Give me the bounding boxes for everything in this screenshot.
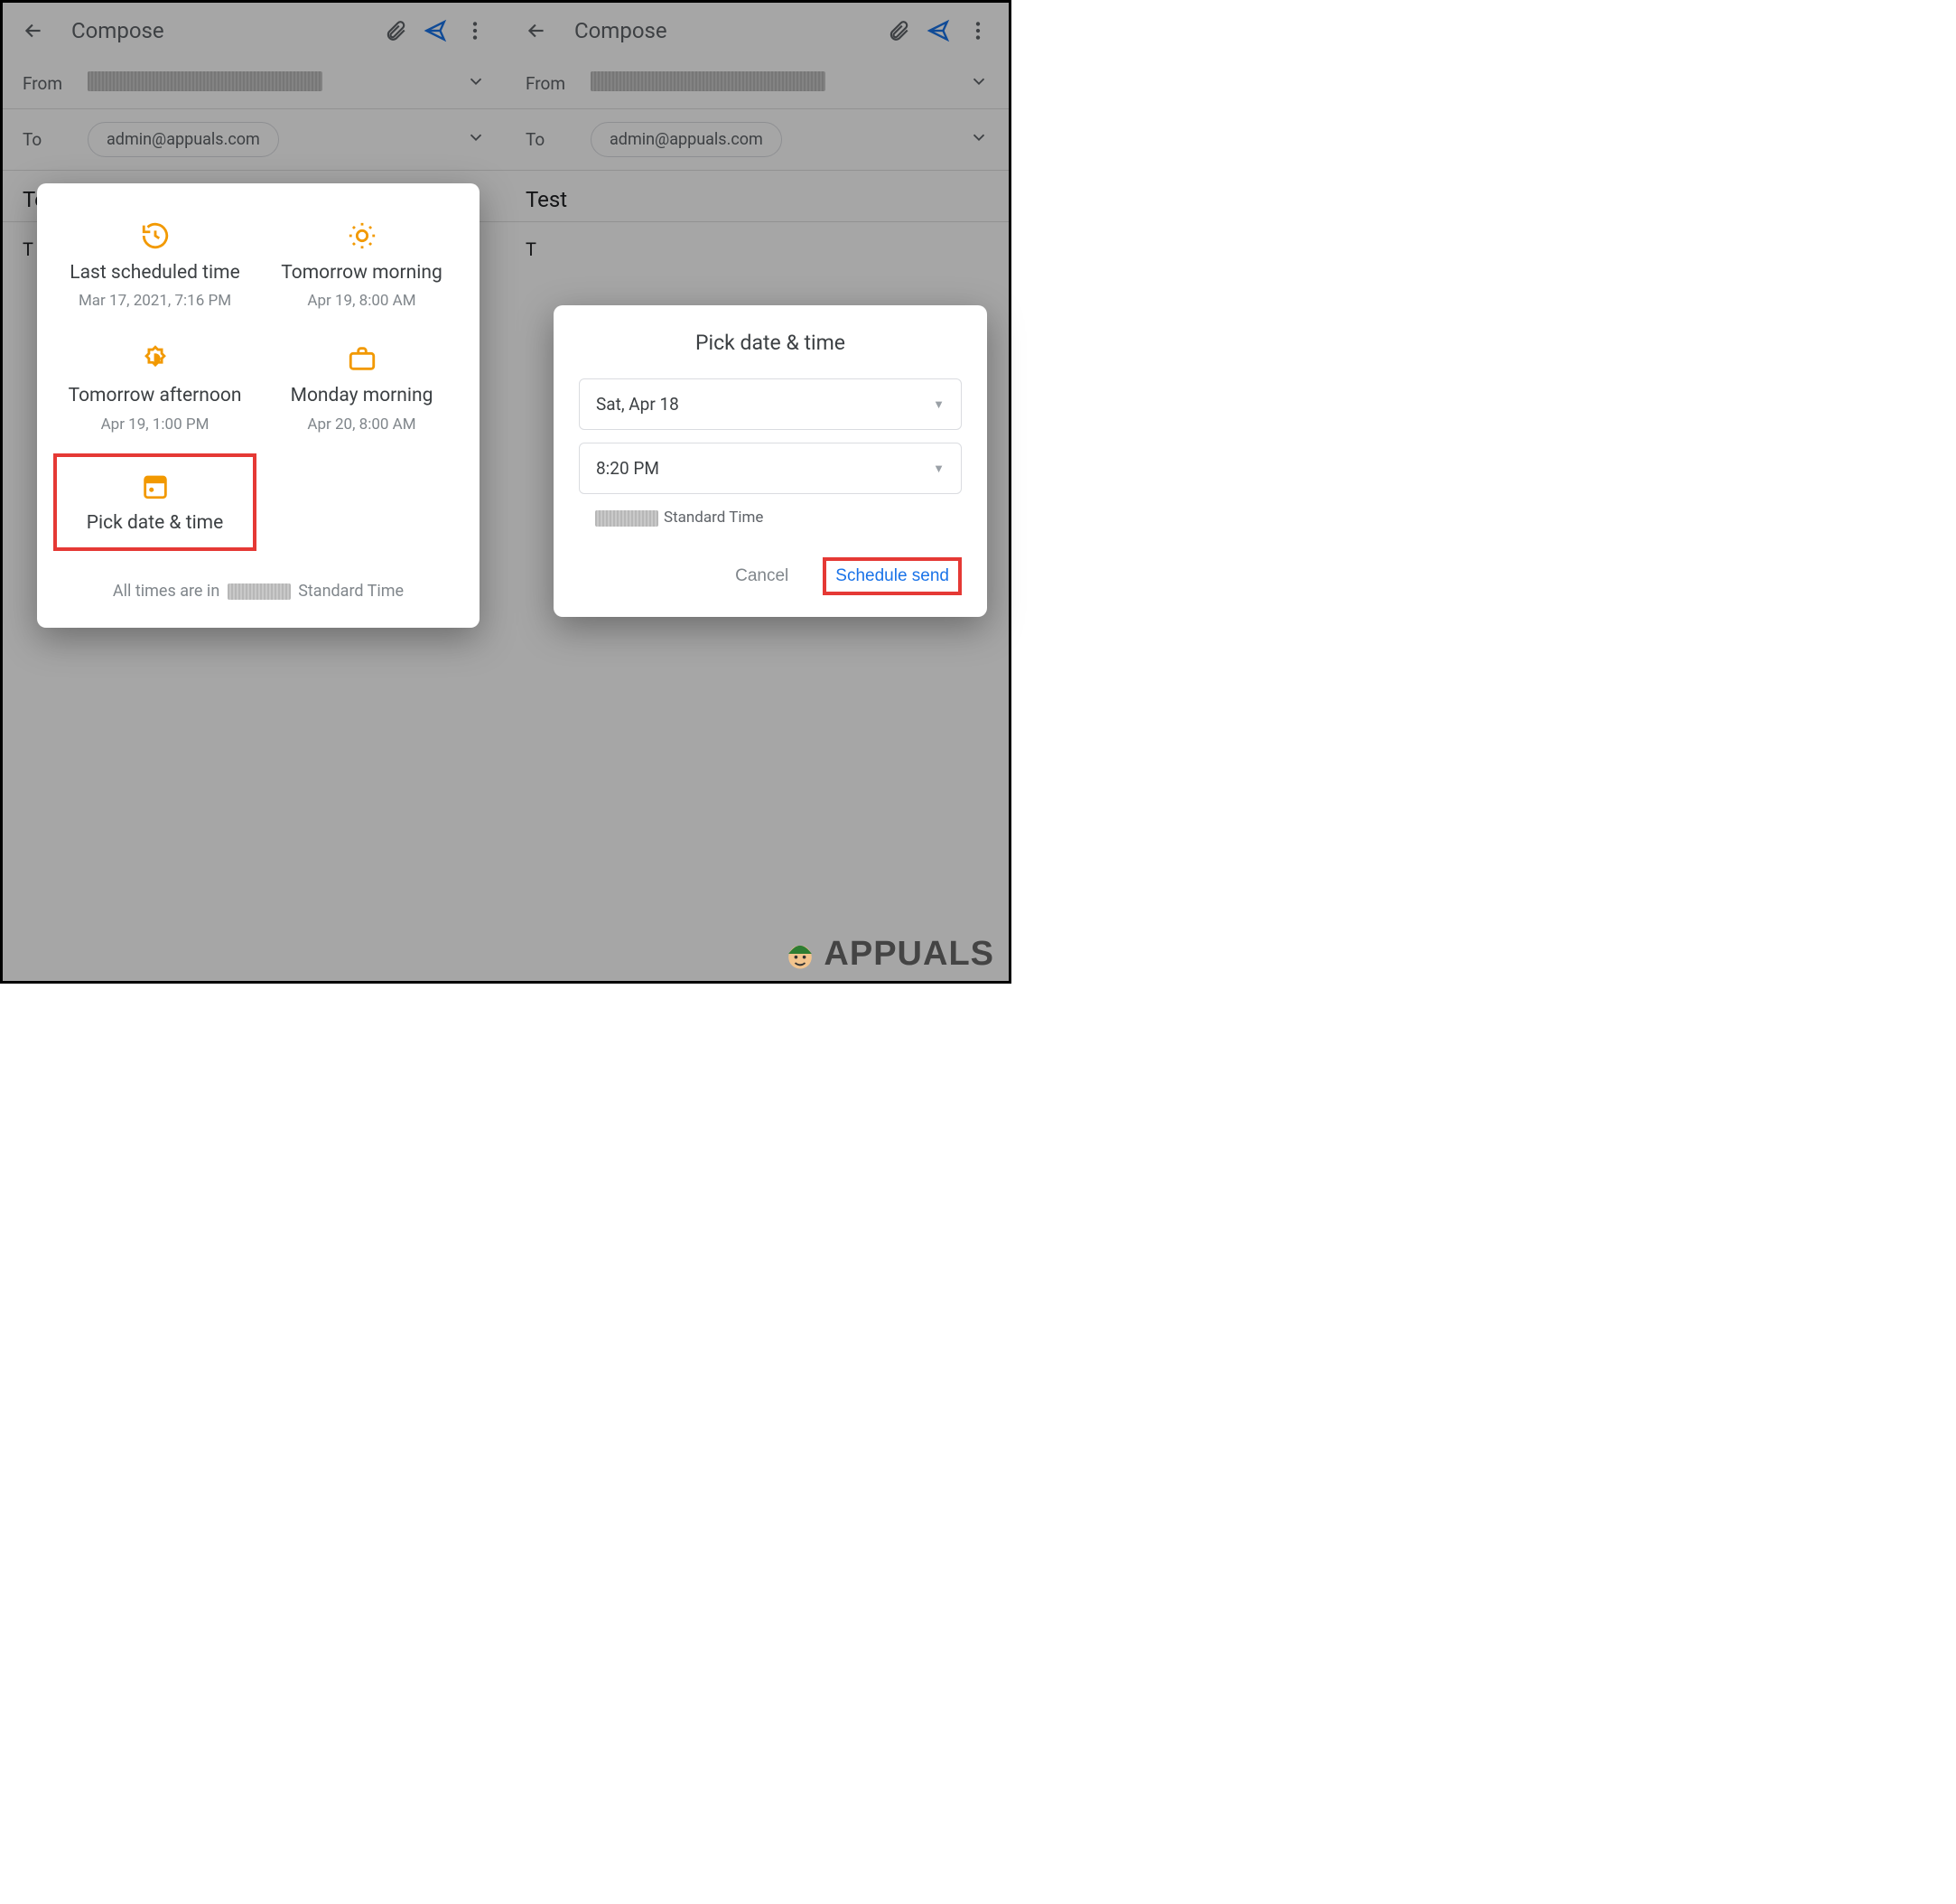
recipient-chip[interactable]: admin@appuals.com xyxy=(591,122,782,157)
dialog-title: Pick date & time xyxy=(579,331,962,355)
timezone-footnote: All times are in Standard Time xyxy=(53,582,463,601)
dropdown-icon: ▼ xyxy=(933,462,945,476)
briefcase-icon xyxy=(265,339,458,378)
chevron-down-icon[interactable] xyxy=(969,71,989,96)
send-icon[interactable] xyxy=(415,11,455,51)
compose-topbar: Compose xyxy=(3,3,506,59)
watermark: APPUALS xyxy=(780,934,994,974)
recipient-chip[interactable]: admin@appuals.com xyxy=(88,122,279,157)
option-last-scheduled[interactable]: Last scheduled time Mar 17, 2021, 7:16 P… xyxy=(53,207,256,322)
from-field[interactable]: From xyxy=(506,59,1009,109)
to-label: To xyxy=(526,129,591,150)
dropdown-icon: ▼ xyxy=(933,397,945,412)
compose-title: Compose xyxy=(574,18,879,43)
date-selector[interactable]: Sat, Apr 18 ▼ xyxy=(579,378,962,430)
to-label: To xyxy=(23,129,88,150)
option-pick-date-time[interactable]: Pick date & time xyxy=(53,453,256,551)
from-label: From xyxy=(526,73,591,94)
from-value-redacted xyxy=(88,71,322,91)
send-icon[interactable] xyxy=(918,11,958,51)
schedule-options-dialog: Last scheduled time Mar 17, 2021, 7:16 P… xyxy=(37,183,480,628)
option-tomorrow-morning[interactable]: Tomorrow morning Apr 19, 8:00 AM xyxy=(260,207,463,322)
schedule-send-button[interactable]: Schedule send xyxy=(823,557,962,595)
body-field[interactable]: T xyxy=(506,222,1009,276)
subject-field[interactable]: Test xyxy=(506,171,1009,222)
back-icon[interactable] xyxy=(517,11,556,51)
attach-icon[interactable] xyxy=(879,11,918,51)
calendar-icon xyxy=(62,466,247,506)
cancel-button[interactable]: Cancel xyxy=(724,559,799,593)
chevron-down-icon[interactable] xyxy=(466,71,486,96)
compose-topbar: Compose xyxy=(506,3,1009,59)
more-icon[interactable] xyxy=(958,11,998,51)
attach-icon[interactable] xyxy=(376,11,415,51)
option-tomorrow-afternoon[interactable]: Tomorrow afternoon Apr 19, 1:00 PM xyxy=(53,330,256,445)
option-monday-morning[interactable]: Monday morning Apr 20, 8:00 AM xyxy=(260,330,463,445)
from-label: From xyxy=(23,73,88,94)
pick-date-time-dialog: Pick date & time Sat, Apr 18 ▼ 8:20 PM ▼… xyxy=(554,305,987,617)
history-icon xyxy=(59,216,251,256)
sun-icon xyxy=(265,216,458,256)
back-icon[interactable] xyxy=(14,11,53,51)
compose-title: Compose xyxy=(71,18,376,43)
from-field[interactable]: From xyxy=(3,59,506,109)
brightness-icon xyxy=(59,339,251,378)
time-selector[interactable]: 8:20 PM ▼ xyxy=(579,443,962,494)
to-field[interactable]: To admin@appuals.com xyxy=(3,109,506,171)
mascot-icon xyxy=(780,934,820,974)
chevron-down-icon[interactable] xyxy=(969,127,989,152)
to-field[interactable]: To admin@appuals.com xyxy=(506,109,1009,171)
chevron-down-icon[interactable] xyxy=(466,127,486,152)
from-value-redacted xyxy=(591,71,825,91)
more-icon[interactable] xyxy=(455,11,495,51)
timezone-note: Standard Time xyxy=(579,507,962,527)
